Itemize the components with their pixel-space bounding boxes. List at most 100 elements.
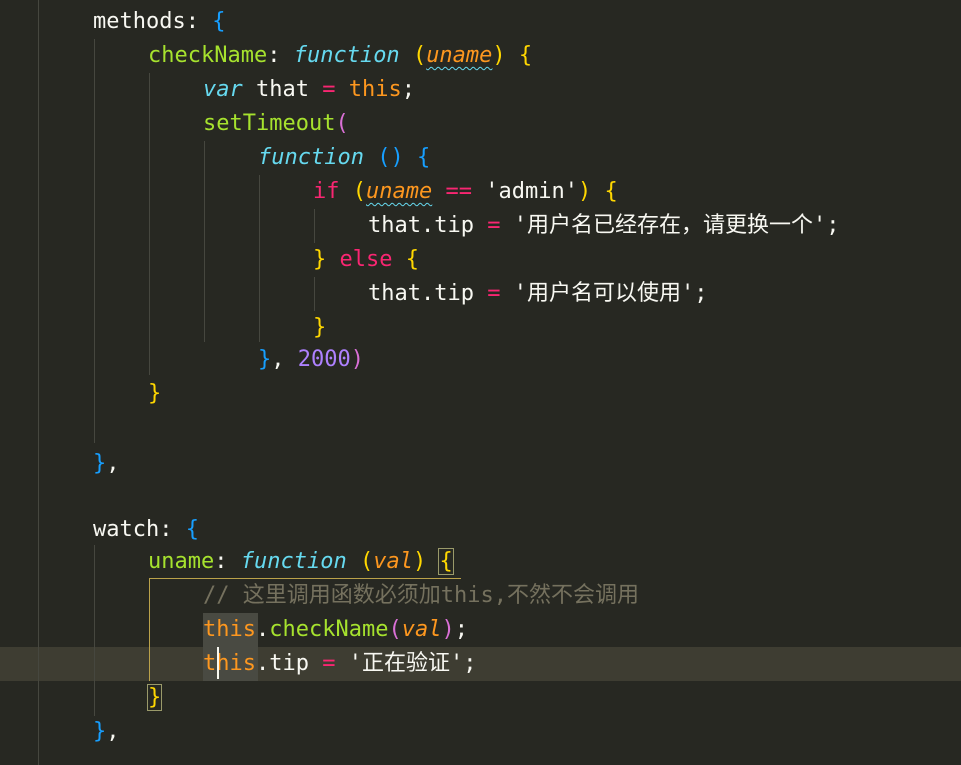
code-token: :: [267, 43, 294, 68]
text-cursor: [217, 647, 219, 679]
code-token: ): [350, 347, 364, 372]
code-token: ): [577, 179, 592, 204]
code-token: that.tip: [368, 213, 488, 238]
code-line[interactable]: } else {: [0, 243, 961, 277]
code-token: {: [604, 179, 618, 204]
code-token: .tip: [255, 651, 323, 676]
code-token: {: [518, 43, 533, 68]
code-line[interactable]: }, 2000): [0, 343, 961, 377]
code-line[interactable]: this.tip = '正在验证';: [0, 647, 961, 681]
code-token: (): [377, 145, 404, 170]
code-token: :: [185, 9, 213, 34]
code-token: ;: [826, 213, 840, 238]
code-line[interactable]: that.tip = '用户名已经存在，请更换一个';: [0, 209, 961, 243]
code-token: (: [352, 179, 366, 204]
code-token: }: [258, 347, 272, 372]
code-token: =: [487, 213, 501, 238]
code-token: checkName: [148, 43, 268, 68]
code-line[interactable]: },: [0, 715, 961, 749]
code-line[interactable]: [0, 411, 961, 445]
code-line[interactable]: checkName: function (uname) {: [0, 39, 961, 73]
code-token: ,: [271, 347, 298, 372]
code-token: (: [388, 617, 402, 642]
code-token: }: [93, 451, 107, 476]
code-line[interactable]: function () {: [0, 141, 961, 175]
code-token: =: [487, 281, 501, 306]
code-line[interactable]: [0, 479, 961, 513]
code-token: 'admin': [485, 179, 578, 204]
code-token: methods: [93, 9, 186, 34]
code-token: ): [441, 617, 455, 642]
code-token: }: [93, 719, 107, 744]
code-line[interactable]: }: [0, 311, 961, 345]
code-line[interactable]: watch: {: [0, 513, 961, 547]
code-line[interactable]: }: [0, 681, 961, 715]
code-line[interactable]: that.tip = '用户名可以使用';: [0, 277, 961, 311]
code-token: ;: [454, 617, 468, 642]
code-token: uname: [148, 549, 215, 574]
code-editor[interactable]: methods: {checkName: function (uname) {v…: [0, 0, 961, 765]
code-token: ==: [445, 179, 472, 204]
code-token: that.tip: [368, 281, 488, 306]
code-token: checkName: [269, 617, 389, 642]
code-token: (: [359, 549, 374, 574]
code-line[interactable]: }: [0, 377, 961, 411]
code-token: '用户名已经存在，请更换一个': [513, 213, 827, 238]
code-token: ;: [401, 77, 415, 102]
code-token: (: [412, 43, 427, 68]
code-token: {: [416, 145, 431, 170]
code-token: (: [335, 111, 349, 136]
code-line[interactable]: },: [0, 447, 961, 481]
code-token: this: [203, 651, 256, 676]
code-token: '用户名可以使用': [513, 281, 695, 306]
code-token: function: [240, 549, 347, 574]
code-token: val: [401, 617, 442, 642]
code-token: else: [339, 247, 393, 272]
code-token: .: [255, 617, 270, 642]
code-token: ): [492, 43, 506, 68]
code-token: ,: [106, 719, 120, 744]
code-token: this: [348, 77, 402, 102]
code-token: val: [373, 549, 413, 574]
code-token: :: [159, 517, 186, 542]
code-line[interactable]: if (uname == 'admin') {: [0, 175, 961, 209]
code-token: that: [242, 77, 323, 102]
code-token: =: [322, 77, 336, 102]
code-token: uname: [366, 179, 433, 204]
code-token: ;: [463, 651, 477, 676]
code-token: function: [293, 43, 400, 68]
code-token: // 这里调用函数必须加this,不然不会调用: [203, 583, 639, 608]
code-line[interactable]: uname: function (val) {: [0, 545, 961, 579]
code-token: watch: [93, 517, 160, 542]
code-token: ,: [106, 451, 120, 476]
code-token: var: [203, 77, 243, 102]
code-token: uname: [426, 43, 493, 68]
code-line[interactable]: setTimeout(: [0, 107, 961, 141]
code-line[interactable]: var that = this;: [0, 73, 961, 107]
code-token: =: [322, 651, 336, 676]
code-line[interactable]: this.checkName(val);: [0, 613, 961, 647]
code-token: :: [214, 549, 241, 574]
code-token: ): [412, 549, 427, 574]
code-token: }: [146, 684, 163, 711]
code-token: {: [185, 517, 199, 542]
code-token: }: [313, 315, 327, 340]
code-line[interactable]: // 这里调用函数必须加this,不然不会调用: [0, 579, 961, 613]
code-token: '正在验证': [348, 651, 464, 676]
code-token: {: [212, 9, 226, 34]
code-token: setTimeout: [203, 111, 336, 136]
code-line[interactable]: methods: {: [0, 5, 961, 39]
